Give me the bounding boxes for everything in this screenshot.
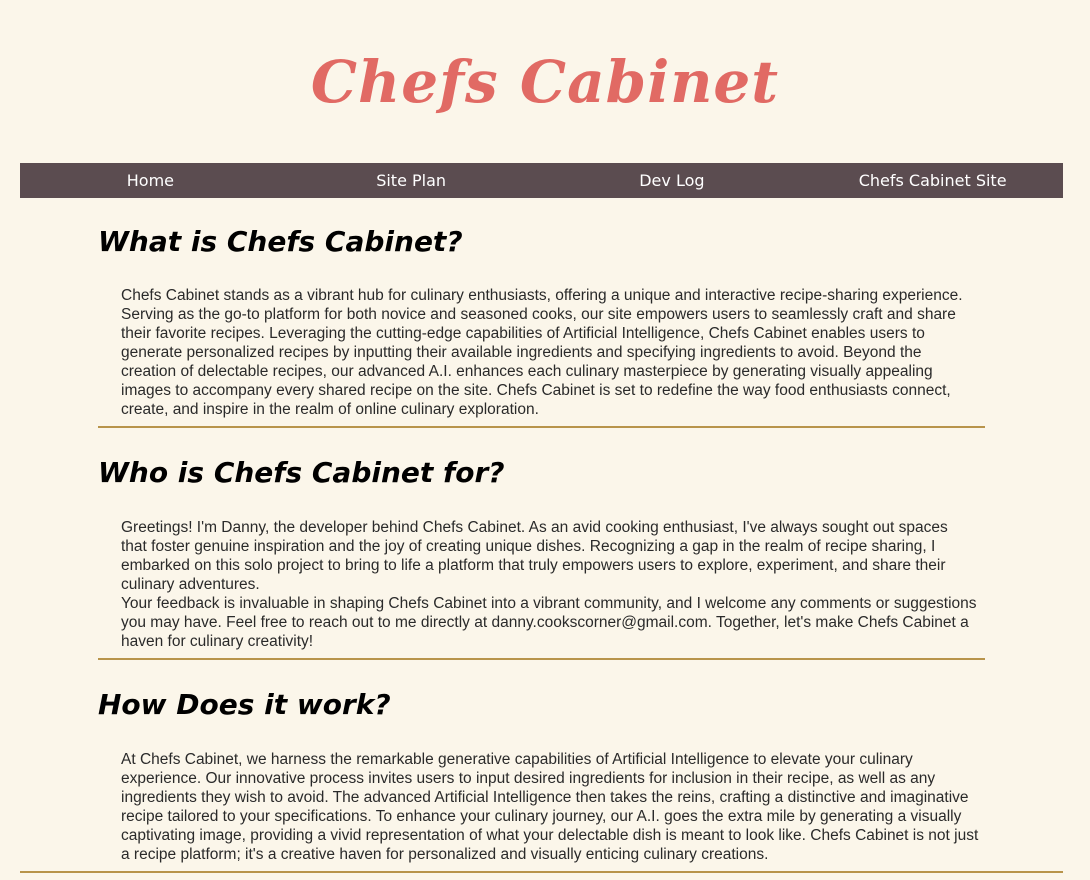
section-heading: How Does it work? bbox=[98, 688, 391, 721]
section-heading: What is Chefs Cabinet? bbox=[98, 225, 463, 258]
section-who-is-for: Who is Chefs Cabinet for? Greetings! I'm… bbox=[98, 455, 985, 651]
section-divider bbox=[98, 426, 985, 428]
section-paragraph: At Chefs Cabinet, we harness the remarka… bbox=[121, 751, 979, 863]
section-divider bbox=[98, 658, 985, 660]
section-heading: Who is Chefs Cabinet for? bbox=[98, 456, 505, 489]
nav-item-chefs-cabinet-site[interactable]: Chefs Cabinet Site bbox=[802, 163, 1063, 198]
main-nav: Home Site Plan Dev Log Chefs Cabinet Sit… bbox=[20, 163, 1063, 198]
site-title: Chefs Cabinet bbox=[310, 48, 780, 116]
nav-item-dev-log[interactable]: Dev Log bbox=[542, 163, 803, 198]
section-divider bbox=[20, 871, 1063, 873]
section-body: At Chefs Cabinet, we harness the remarka… bbox=[98, 750, 999, 864]
nav-item-home[interactable]: Home bbox=[20, 163, 281, 198]
section-paragraph: Greetings! I'm Danny, the developer behi… bbox=[121, 519, 948, 593]
section-body: Chefs Cabinet stands as a vibrant hub fo… bbox=[98, 286, 985, 419]
section-what-is: What is Chefs Cabinet? Chefs Cabinet sta… bbox=[98, 224, 985, 419]
nav-item-site-plan[interactable]: Site Plan bbox=[281, 163, 542, 198]
section-paragraph: Chefs Cabinet stands as a vibrant hub fo… bbox=[121, 287, 963, 418]
section-body: Greetings! I'm Danny, the developer behi… bbox=[98, 518, 985, 651]
section-paragraph: Your feedback is invaluable in shaping C… bbox=[121, 595, 977, 650]
section-how-it-works: How Does it work? At Chefs Cabinet, we h… bbox=[98, 687, 985, 864]
